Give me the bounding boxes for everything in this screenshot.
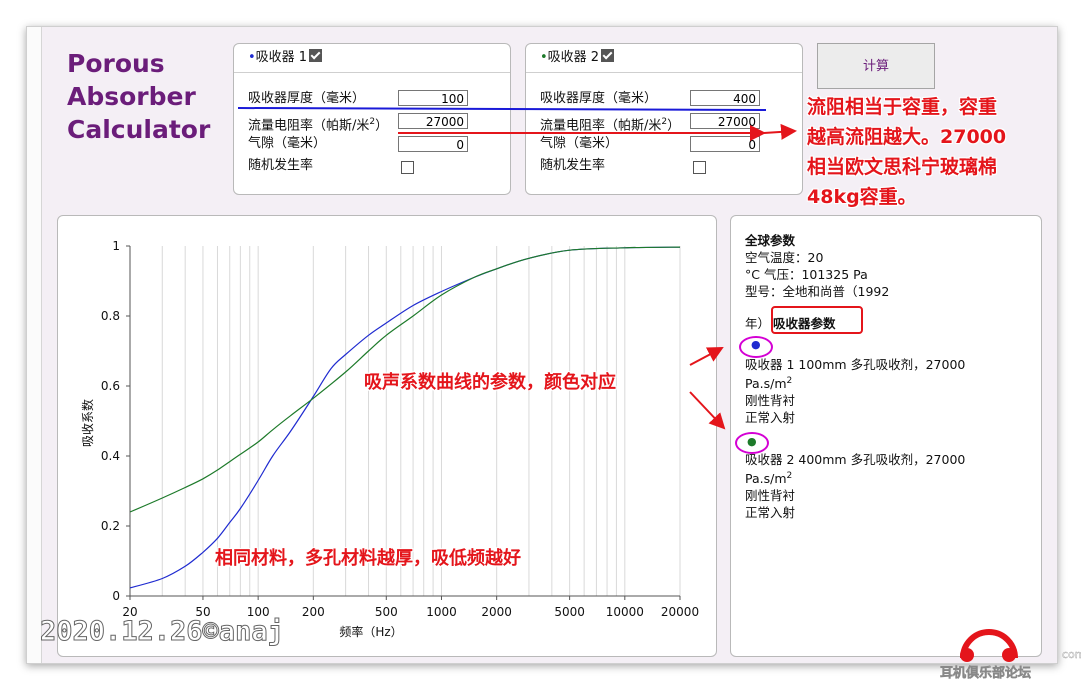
absorber-2-random-incidence-checkbox[interactable] bbox=[693, 161, 706, 174]
absorber-1-air-gap-label: 气隙（毫米） bbox=[248, 136, 327, 151]
absorber-2-title: 吸收器 2 bbox=[547, 50, 600, 65]
left-scroll-strip bbox=[27, 27, 42, 663]
absorber-1-info-incidence: 正常入射 bbox=[745, 410, 796, 425]
logo-line-2: Absorber bbox=[67, 82, 196, 111]
absorber-1-info-backing: 刚性背衬 bbox=[745, 393, 796, 408]
forum-watermark: 耳机俱乐部论坛 bbox=[940, 666, 1032, 682]
model-text: 型号：全地和尚普（1992 bbox=[745, 284, 890, 299]
air-pressure: °C 气压：101325 Pa bbox=[745, 267, 868, 282]
x-axis-label: 频率（Hz） bbox=[339, 624, 402, 639]
y-tick-label: 0.2 bbox=[101, 519, 120, 533]
absorber-2-info-incidence: 正常入射 bbox=[745, 505, 796, 520]
absorber-1-header: •吸收器 1 bbox=[234, 44, 510, 73]
absorber-1-dot-highlight bbox=[739, 336, 773, 358]
x-tick-label: 5000 bbox=[554, 605, 585, 619]
absorber-2-header: •吸收器 2 bbox=[526, 44, 802, 73]
flow-note-line-3: 相当欧文思科宁玻璃棉 bbox=[807, 156, 998, 178]
y-tick-label: 0.4 bbox=[101, 449, 120, 463]
x-tick-label: 1000 bbox=[426, 605, 457, 619]
absorber-1-info-unit: Pa.s/m2 bbox=[745, 376, 793, 392]
y-tick-label: 0.8 bbox=[101, 309, 120, 323]
air-temperature: 空气温度：20 bbox=[745, 250, 824, 265]
thickness-note: 相同材料，多孔材料越厚，吸低频越好 bbox=[215, 548, 521, 569]
x-tick-label: 10000 bbox=[606, 605, 644, 619]
y-tick-label: 1 bbox=[112, 239, 120, 253]
absorber-1-panel: •吸收器 1 吸收器厚度（毫米） 100 流量电阻率（帕斯/米2） 27000 … bbox=[233, 43, 511, 195]
x-tick-label: 2000 bbox=[481, 605, 512, 619]
y-tick-label: 0 bbox=[112, 589, 120, 603]
x-tick-label: 500 bbox=[375, 605, 398, 619]
absorber-2-info-line: 吸收器 2 400mm 多孔吸收剂，27000 bbox=[745, 452, 966, 467]
flow-note-line-1: 流阻相当于容重，容重 bbox=[807, 96, 998, 118]
x-tick-label: 20000 bbox=[661, 605, 699, 619]
absorber-1-thickness-input[interactable]: 100 bbox=[398, 90, 468, 106]
absorber-1-flow-resistivity-label: 流量电阻率（帕斯/米2） bbox=[248, 117, 389, 134]
absorber-2-flow-resistivity-label: 流量电阻率（帕斯/米2） bbox=[540, 117, 681, 134]
absorber-2-info-backing: 刚性背衬 bbox=[745, 488, 796, 503]
absorber-2-panel: •吸收器 2 吸收器厚度（毫米） 400 流量电阻率（帕斯/米2） 27000 … bbox=[525, 43, 803, 195]
model-year: 年） bbox=[745, 316, 771, 331]
absorber-2-thickness-input[interactable]: 400 bbox=[690, 90, 760, 106]
absorber-2-thickness-label: 吸收器厚度（毫米） bbox=[540, 91, 658, 106]
curve-color-note: 吸声系数曲线的参数，颜色对应 bbox=[364, 372, 616, 393]
absorber-1-random-incidence-checkbox[interactable] bbox=[401, 161, 414, 174]
forum-domain: com bbox=[1062, 648, 1081, 661]
series-line-1 bbox=[129, 246, 681, 589]
y-tick-label: 0.6 bbox=[101, 379, 120, 393]
y-axis-label: 吸收系数 bbox=[80, 399, 95, 447]
absorber-2-random-incidence-label: 随机发生率 bbox=[540, 158, 606, 173]
chart-panel: 0 0.2 0.4 0.6 0.8 1 20 50 100 200 500 1000 2000 5000 1… bbox=[57, 215, 717, 657]
flow-note-line-4: 48kg容重。 bbox=[807, 186, 917, 208]
absorber-1-info-line: 吸收器 1 100mm 多孔吸收剂，27000 bbox=[745, 357, 966, 372]
absorber-2-enable-checkbox[interactable] bbox=[601, 49, 615, 62]
absorber-2-flow-resistivity-input[interactable]: 27000 bbox=[690, 113, 760, 129]
absorber-1-random-incidence-label: 随机发生率 bbox=[248, 158, 314, 173]
absorber-1-color-dot: • bbox=[248, 50, 256, 65]
logo-line-1: Porous bbox=[67, 49, 165, 78]
absorber-1-title: 吸收器 1 bbox=[255, 50, 308, 65]
date-watermark: 2020.12.26©anaj bbox=[40, 616, 285, 648]
app-logo: Porous Absorber Calculator bbox=[67, 47, 210, 146]
flow-note-line-2: 越高流阻越大。27000 bbox=[807, 126, 1007, 148]
absorption-chart: 00.20.40.60.8120 50 100 200 500 1000 2000 5000 1… bbox=[80, 239, 699, 639]
global-params-title: 全球参数 bbox=[745, 233, 796, 248]
absorber-2-air-gap-label: 气隙（毫米） bbox=[540, 136, 619, 151]
absorber-2-info-unit: Pa.s/m2 bbox=[745, 471, 793, 487]
absorber-1-air-gap-input[interactable]: 0 bbox=[398, 136, 468, 152]
calculate-button[interactable]: 计算 bbox=[817, 43, 935, 89]
logo-line-3: Calculator bbox=[67, 115, 211, 144]
info-panel: 全球参数 空气温度：20 °C 气压：101325 Pa 型号：全地和尚普（19… bbox=[730, 215, 1042, 657]
absorber-1-thickness-label: 吸收器厚度（毫米） bbox=[248, 91, 366, 106]
absorber-2-air-gap-input[interactable]: 0 bbox=[690, 136, 760, 152]
absorber-2-color-dot: • bbox=[540, 50, 548, 65]
x-tick-label: 200 bbox=[302, 605, 325, 619]
flow-resistance-note: 流阻相当于容重，容重 越高流阻越大。27000 相当欧文思科宁玻璃棉 48kg容… bbox=[807, 92, 1006, 212]
absorber-1-flow-resistivity-input[interactable]: 27000 bbox=[398, 113, 468, 129]
forum-logo bbox=[953, 622, 1023, 662]
params-title-highlight bbox=[771, 306, 863, 334]
absorber-1-enable-checkbox[interactable] bbox=[309, 49, 323, 62]
